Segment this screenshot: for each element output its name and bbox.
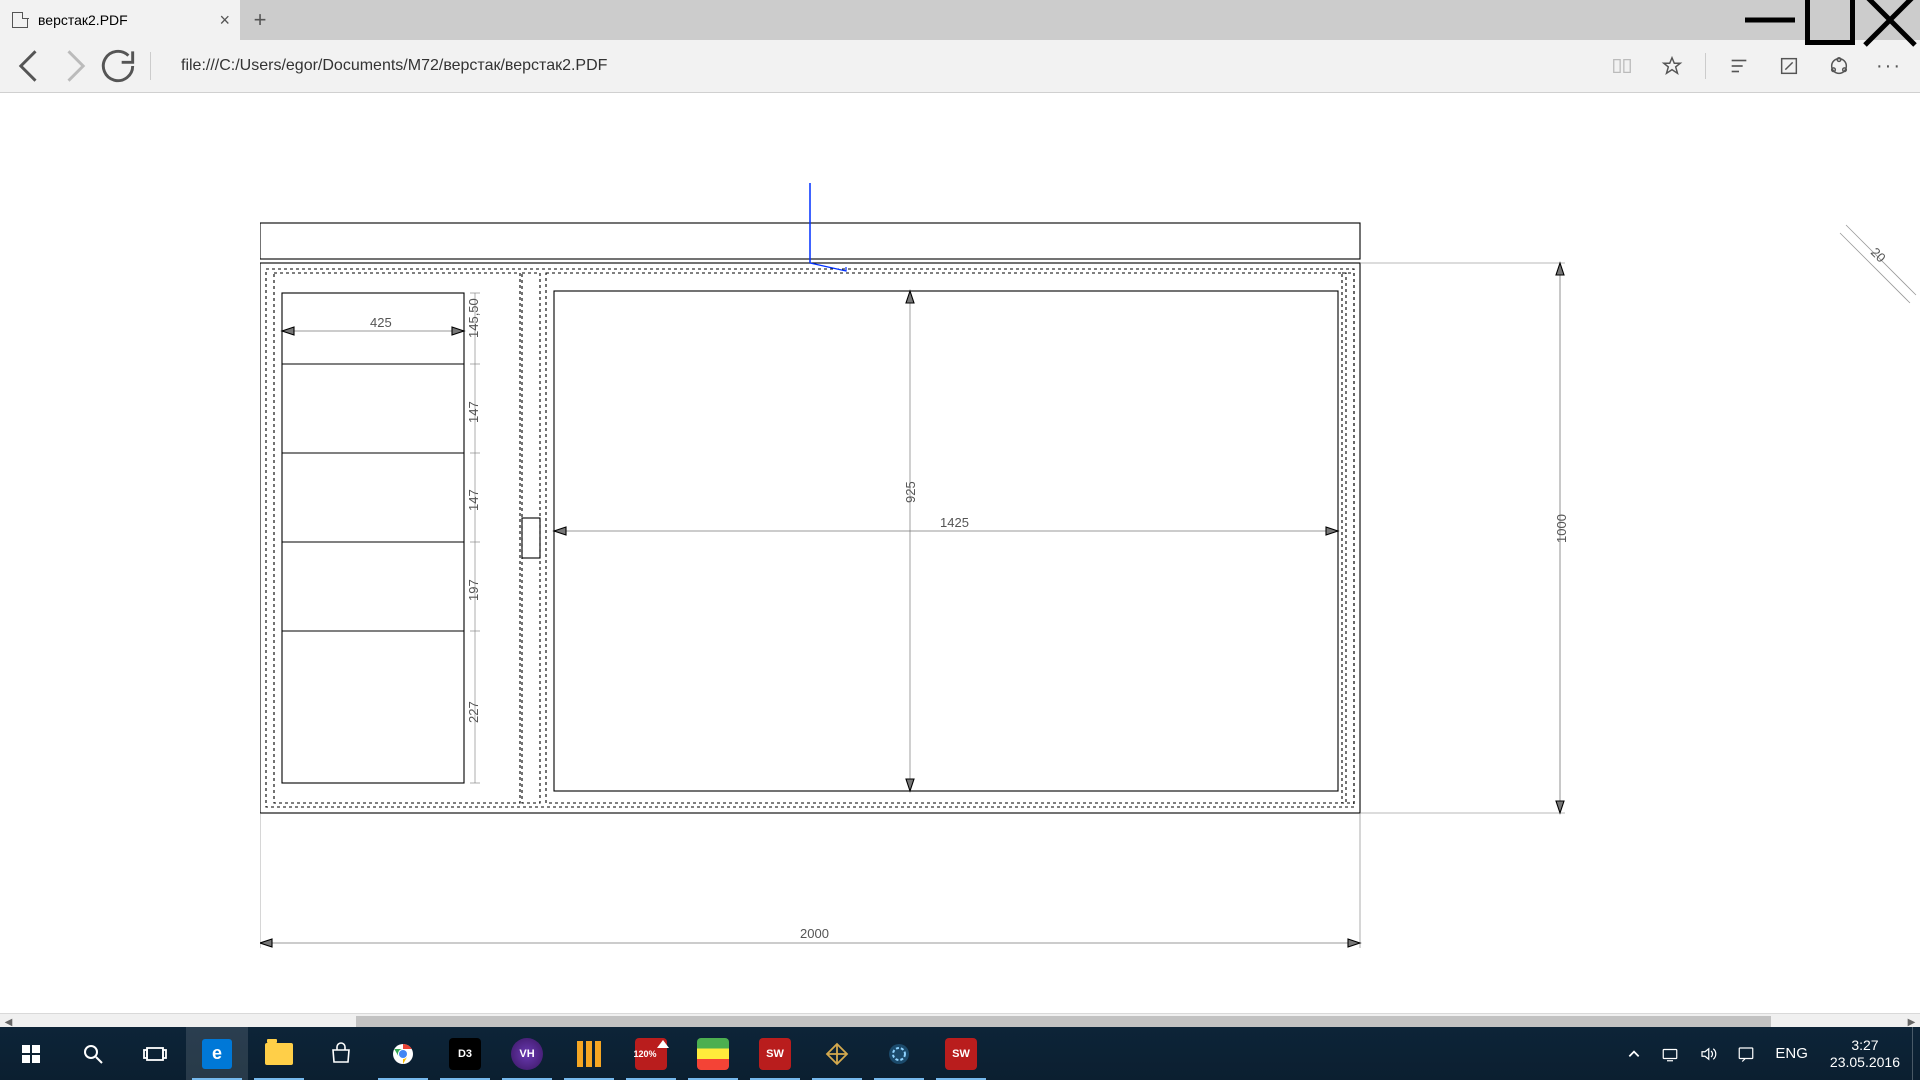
dim-shelf2: 147 [466,401,481,423]
app-d3-button[interactable]: D3 [434,1027,496,1080]
search-button[interactable] [62,1027,124,1080]
url-text[interactable]: file:///C:/Users/egor/Documents/M72/верс… [181,57,607,75]
tray-expand-button[interactable] [1617,1027,1651,1080]
chrome-taskbar-button[interactable] [372,1027,434,1080]
app-bars-button[interactable] [558,1027,620,1080]
tray-clock[interactable]: 3:27 23.05.2016 [1818,1037,1912,1071]
dim-shelf3: 147 [466,489,481,511]
solidworks-2-button[interactable]: SW [930,1027,992,1080]
webnote-button[interactable] [1766,44,1812,88]
app-flag-button[interactable] [682,1027,744,1080]
favorites-button[interactable] [1649,44,1695,88]
store-taskbar-button[interactable] [310,1027,372,1080]
dim-shelf5: 227 [466,701,481,723]
dim-corner: 20 [1868,245,1889,266]
solidworks-1-button[interactable]: SW [744,1027,806,1080]
back-button[interactable] [8,44,52,88]
dim-shelf4: 197 [466,579,481,601]
browser-tab[interactable]: верстак2.PDF × [0,0,240,40]
hub-button[interactable] [1716,44,1762,88]
edge-taskbar-button[interactable]: e [186,1027,248,1080]
dim-right-width: 1425 [940,515,969,530]
app-120-button[interactable]: 120% [620,1027,682,1080]
reading-view-button[interactable] [1599,44,1645,88]
close-tab-icon[interactable]: × [219,10,230,31]
dim-overall-width: 2000 [800,926,829,941]
tray-language[interactable]: ENG [1765,1027,1818,1080]
explorer-taskbar-button[interactable] [248,1027,310,1080]
tray-volume-icon[interactable] [1689,1027,1727,1080]
tray-network-icon[interactable] [1651,1027,1689,1080]
tray-date: 23.05.2016 [1830,1054,1900,1071]
maximize-button[interactable] [1800,0,1860,40]
taskbar: e D3 VH 120% SW SW ENG 3:27 23.05.2016 [0,1027,1920,1080]
system-tray: ENG 3:27 23.05.2016 [1617,1027,1920,1080]
pdf-viewport[interactable]: 2000 425 1425 1000 925 145,50 147 147 19… [0,93,1920,1030]
dim-shelf-width: 425 [370,315,392,330]
refresh-button[interactable] [96,44,140,88]
cad-drawing: 2000 425 1425 1000 925 145,50 147 147 19… [260,123,1920,993]
dim-shelf1: 145,50 [466,298,481,338]
window-controls [1740,0,1920,40]
more-button[interactable]: ··· [1866,44,1912,88]
new-tab-button[interactable]: + [240,0,280,40]
address-bar: file:///C:/Users/egor/Documents/M72/верс… [0,40,1920,93]
app-vh-button[interactable]: VH [496,1027,558,1080]
tray-time: 3:27 [1851,1037,1878,1054]
share-button[interactable] [1816,44,1862,88]
close-window-button[interactable] [1860,0,1920,40]
app-circle-button[interactable] [868,1027,930,1080]
app-diamond-button[interactable] [806,1027,868,1080]
dim-right-height: 925 [903,481,918,503]
forward-button[interactable] [52,44,96,88]
dim-overall-height: 1000 [1554,514,1569,543]
start-button[interactable] [0,1027,62,1080]
minimize-button[interactable] [1740,0,1800,40]
task-view-button[interactable] [124,1027,186,1080]
show-desktop-button[interactable] [1912,1027,1920,1080]
document-icon [12,12,28,28]
tab-title: верстак2.PDF [38,12,128,28]
tab-bar: верстак2.PDF × + [0,0,1920,40]
tray-notifications-icon[interactable] [1727,1027,1765,1080]
